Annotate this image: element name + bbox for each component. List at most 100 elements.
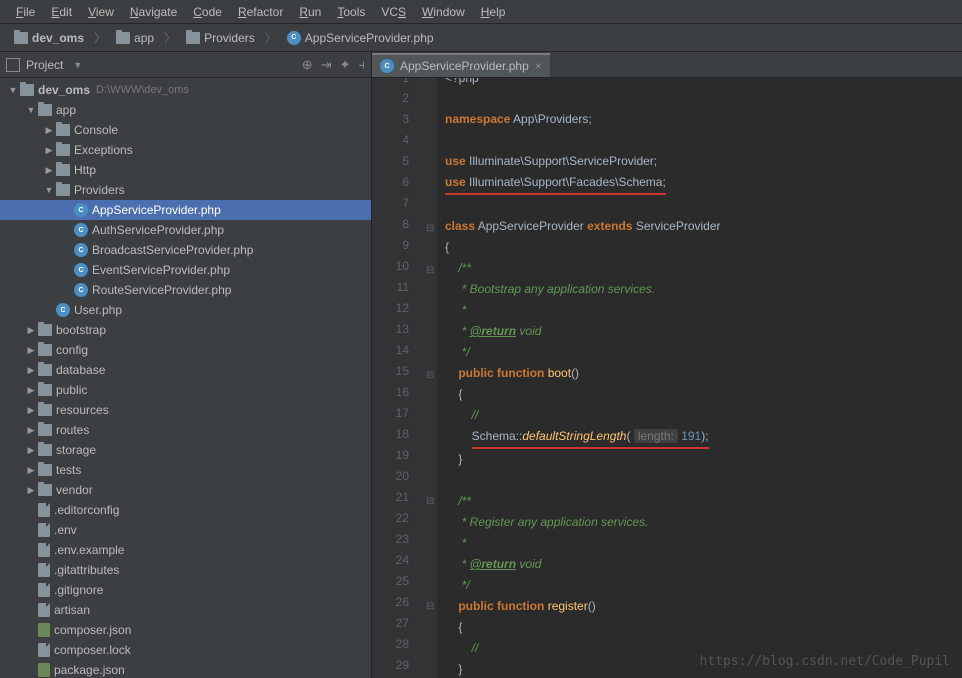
collapse-icon[interactable]: ⇥	[321, 57, 332, 73]
menu-view[interactable]: View	[80, 2, 122, 22]
tree-item-config[interactable]: config	[0, 340, 371, 360]
code-line[interactable]: * Bootstrap any application services.	[445, 279, 962, 300]
code-line[interactable]: {	[445, 237, 962, 258]
tree-item-bootstrap[interactable]: bootstrap	[0, 320, 371, 340]
menu-file[interactable]: File	[8, 2, 43, 22]
tree-item-authserviceprovider-php[interactable]: AuthServiceProvider.php	[0, 220, 371, 240]
tree-item-app[interactable]: app	[0, 100, 371, 120]
breadcrumb-item[interactable]: app	[110, 29, 160, 47]
code-line[interactable]: * Register any application services.	[445, 512, 962, 533]
menu-refactor[interactable]: Refactor	[230, 2, 291, 22]
tree-arrow-icon[interactable]	[8, 85, 18, 95]
tree-item-exceptions[interactable]: Exceptions	[0, 140, 371, 160]
tree-item-storage[interactable]: storage	[0, 440, 371, 460]
tree-arrow-icon[interactable]	[26, 105, 36, 115]
menu-help[interactable]: Help	[473, 2, 514, 22]
menu-edit[interactable]: Edit	[43, 2, 80, 22]
tree-item-composer-lock[interactable]: composer.lock	[0, 640, 371, 660]
tree-item--env[interactable]: .env	[0, 520, 371, 540]
code-line[interactable]	[445, 88, 962, 109]
code-line[interactable]: * @return void	[445, 554, 962, 575]
tree-arrow-icon[interactable]	[26, 445, 36, 456]
tree-item-dev-oms[interactable]: dev_omsD:\WWW\dev_oms	[0, 80, 371, 100]
dropdown-arrow-icon[interactable]: ▼	[73, 60, 82, 70]
tree-item-routes[interactable]: routes	[0, 420, 371, 440]
locate-icon[interactable]: ⊕	[302, 57, 313, 73]
code-line[interactable]: public function boot()	[445, 363, 962, 384]
code-line[interactable]: /**	[445, 491, 962, 512]
code-line[interactable]: <?php	[445, 78, 962, 88]
code-line[interactable]: }	[445, 449, 962, 470]
tree-arrow-icon[interactable]	[26, 405, 36, 416]
code-line[interactable]: class AppServiceProvider extends Service…	[445, 216, 962, 237]
menu-window[interactable]: Window	[414, 2, 473, 22]
tree-item-http[interactable]: Http	[0, 160, 371, 180]
tree-arrow-icon[interactable]	[44, 185, 54, 195]
breadcrumb-item[interactable]: AppServiceProvider.php	[281, 29, 440, 47]
tree-arrow-icon[interactable]	[26, 485, 36, 496]
tree-item-public[interactable]: public	[0, 380, 371, 400]
close-icon[interactable]: ×	[535, 59, 542, 73]
tree-arrow-icon[interactable]	[26, 425, 36, 436]
tree-item--gitignore[interactable]: .gitignore	[0, 580, 371, 600]
code-line[interactable]: */	[445, 342, 962, 363]
tree-arrow-icon[interactable]	[26, 325, 36, 336]
tree-item--gitattributes[interactable]: .gitattributes	[0, 560, 371, 580]
code-line[interactable]: /**	[445, 258, 962, 279]
tree-item-package-json[interactable]: package.json	[0, 660, 371, 678]
breadcrumb-item[interactable]: Providers	[180, 29, 261, 47]
menu-run[interactable]: Run	[291, 2, 329, 22]
menu-navigate[interactable]: Navigate	[122, 2, 185, 22]
code-line[interactable]: namespace App\Providers;	[445, 109, 962, 130]
tree-item-console[interactable]: Console	[0, 120, 371, 140]
tree-arrow-icon[interactable]	[26, 465, 36, 476]
code-line[interactable]: use Illuminate\Support\Facades\Schema;	[445, 172, 962, 195]
code-line[interactable]: * @return void	[445, 321, 962, 342]
menu-code[interactable]: Code	[185, 2, 230, 22]
tree-arrow-icon[interactable]	[44, 125, 54, 136]
tree-item-vendor[interactable]: vendor	[0, 480, 371, 500]
project-tree[interactable]: dev_omsD:\WWW\dev_omsappConsoleException…	[0, 78, 371, 678]
code-line[interactable]: public function register()	[445, 596, 962, 617]
code-line[interactable]: *	[445, 533, 962, 554]
code-line[interactable]: use Illuminate\Support\ServiceProvider;	[445, 151, 962, 172]
tree-item-providers[interactable]: Providers	[0, 180, 371, 200]
tree-arrow-icon[interactable]	[26, 345, 36, 356]
tree-arrow-icon[interactable]	[44, 165, 54, 176]
breadcrumb-item[interactable]: dev_oms	[8, 29, 90, 47]
code-content[interactable]: <?php namespace App\Providers; use Illum…	[437, 78, 962, 678]
code-line[interactable]: *	[445, 300, 962, 321]
tree-item-routeserviceprovider-php[interactable]: RouteServiceProvider.php	[0, 280, 371, 300]
tree-item-artisan[interactable]: artisan	[0, 600, 371, 620]
code-editor[interactable]: 1234567891011121314151617181920212223242…	[372, 78, 962, 678]
tree-item-broadcastserviceprovider-php[interactable]: BroadcastServiceProvider.php	[0, 240, 371, 260]
code-line[interactable]	[445, 470, 962, 491]
code-line[interactable]: {	[445, 384, 962, 405]
menu-tools[interactable]: Tools	[329, 2, 373, 22]
tree-arrow-icon[interactable]	[44, 145, 54, 156]
tree-item--editorconfig[interactable]: .editorconfig	[0, 500, 371, 520]
tree-item-eventserviceprovider-php[interactable]: EventServiceProvider.php	[0, 260, 371, 280]
code-line[interactable]: //	[445, 405, 962, 426]
tree-arrow-icon[interactable]	[26, 365, 36, 376]
tree-arrow-icon[interactable]	[26, 385, 36, 396]
code-line[interactable]: Schema::defaultStringLength( length: 191…	[445, 426, 962, 449]
menu-vcs[interactable]: VCS	[373, 2, 414, 22]
tree-item-database[interactable]: database	[0, 360, 371, 380]
gear-icon[interactable]: ✦	[340, 57, 351, 73]
tab-appserviceprovider[interactable]: AppServiceProvider.php ×	[372, 53, 550, 77]
code-line[interactable]	[445, 195, 962, 216]
code-line[interactable]: {	[445, 617, 962, 638]
file-icon	[38, 603, 50, 617]
tree-item-composer-json[interactable]: composer.json	[0, 620, 371, 640]
code-line[interactable]	[445, 130, 962, 151]
hide-icon[interactable]: ⫞	[359, 57, 366, 73]
tree-item-user-php[interactable]: User.php	[0, 300, 371, 320]
tree-item-appserviceprovider-php[interactable]: AppServiceProvider.php	[0, 200, 371, 220]
tree-item--env-example[interactable]: .env.example	[0, 540, 371, 560]
code-line[interactable]: */	[445, 575, 962, 596]
fold-gutter[interactable]: ⊟⊟⊟⊟⊟	[427, 78, 437, 678]
tree-item-tests[interactable]: tests	[0, 460, 371, 480]
tree-item-resources[interactable]: resources	[0, 400, 371, 420]
file-icon	[38, 543, 50, 557]
